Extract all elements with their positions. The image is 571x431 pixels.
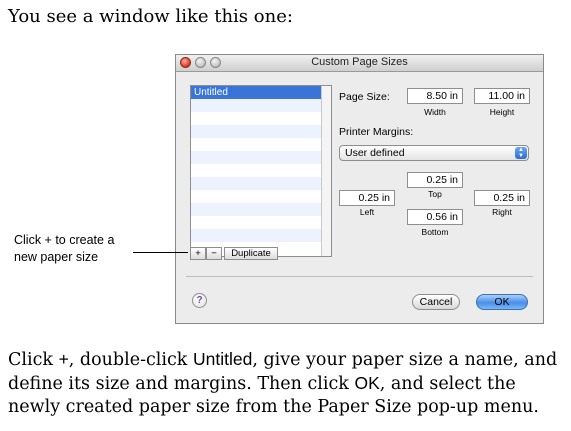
top-margin-field[interactable]: 0.25 in <box>407 172 463 188</box>
printer-margins-value: User defined <box>345 147 405 159</box>
list-item-selected[interactable]: Untitled <box>191 86 331 99</box>
callout-line1: Click + to create a <box>14 233 115 247</box>
width-label: Width <box>424 107 446 117</box>
help-button[interactable]: ? <box>192 293 207 308</box>
width-field[interactable]: 8.50 in <box>407 88 463 104</box>
printer-margins-select[interactable]: User defined ▲ ▼ <box>339 145 529 161</box>
list-item <box>191 112 331 125</box>
list-item <box>191 125 331 138</box>
list-item <box>191 190 331 203</box>
bottom-margin-field[interactable]: 0.56 in <box>407 209 463 225</box>
callout-line2: new paper size <box>14 250 99 264</box>
callout-text: Click + to create a new paper size <box>14 232 114 266</box>
list-item <box>191 164 331 177</box>
page-size-label: Page Size: <box>339 91 390 103</box>
list-scrollbar[interactable] <box>321 86 331 256</box>
left-margin-label: Left <box>359 207 375 217</box>
list-item <box>191 99 331 112</box>
paper-size-list[interactable]: Untitled <box>190 85 332 257</box>
left-margin-field[interactable]: 0.25 in <box>339 190 395 206</box>
para-ok: OK <box>354 373 380 393</box>
bottom-margin-label: Bottom <box>421 227 449 237</box>
instruction-paragraph: Click +, double-click Untitled, give you… <box>8 348 568 419</box>
para-plus: + <box>58 349 69 369</box>
height-label: Height <box>489 107 515 117</box>
top-margin-label: Top <box>428 189 442 199</box>
list-item <box>191 177 331 190</box>
remove-paper-size-button[interactable]: − <box>206 247 222 260</box>
para-untitled: Untitled <box>192 349 253 369</box>
callout-pointer-line <box>133 252 188 253</box>
ok-button[interactable]: OK <box>476 294 528 310</box>
list-item <box>191 203 331 216</box>
window-title: Custom Page Sizes <box>311 56 408 68</box>
duplicate-button[interactable]: Duplicate <box>224 247 278 260</box>
printer-margins-label: Printer Margins: <box>339 126 414 138</box>
title-bar: Custom Page Sizes <box>176 55 543 72</box>
add-paper-size-button[interactable]: + <box>190 247 206 260</box>
para-text: Click <box>8 350 59 370</box>
divider <box>186 276 533 277</box>
right-margin-label: Right <box>492 207 512 217</box>
list-item <box>191 151 331 164</box>
custom-page-sizes-window: Custom Page Sizes Untitled + − Duplicate… <box>175 54 544 324</box>
intro-text: You see a window like this one: <box>8 6 293 27</box>
select-arrows-icon: ▲ ▼ <box>515 147 527 159</box>
cancel-button[interactable]: Cancel <box>412 294 460 310</box>
list-item <box>191 229 331 242</box>
list-item <box>191 138 331 151</box>
list-item <box>191 216 331 229</box>
height-field[interactable]: 11.00 in <box>474 88 530 104</box>
right-margin-field[interactable]: 0.25 in <box>474 190 530 206</box>
para-text: , double-click <box>68 350 193 370</box>
